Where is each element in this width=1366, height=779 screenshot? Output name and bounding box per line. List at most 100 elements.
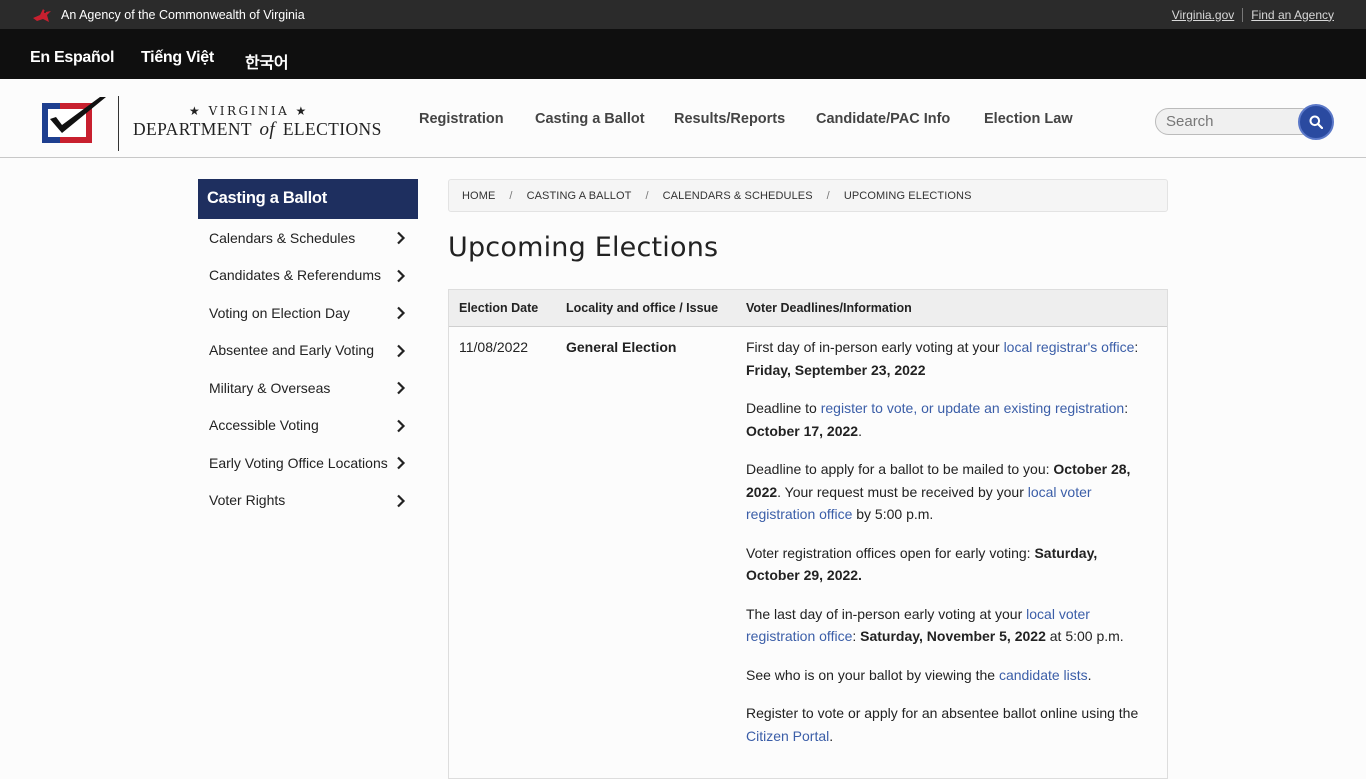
lang-spanish-link[interactable]: En Español [30, 49, 114, 67]
sidebar-item-label: Calendars & Schedules [209, 229, 356, 246]
sidebar-item-voting-election-day[interactable]: Voting on Election Day [198, 294, 418, 332]
breadcrumb-calendars-schedules[interactable]: CALENDARS & SCHEDULES [663, 190, 813, 202]
sidebar-item-absentee-early-voting[interactable]: Absentee and Early Voting [198, 332, 418, 370]
agency-statement: An Agency of the Commonwealth of Virgini… [32, 0, 305, 29]
logo-department-name: DEPARTMENT of ELECTIONS [133, 119, 383, 141]
language-bar: En Español Tiếng Việt 한국어 [0, 29, 1366, 79]
sidebar-item-calendars-schedules[interactable]: Calendars & Schedules [198, 219, 418, 257]
deadline-text: . [858, 422, 862, 439]
sidebar-item-military-overseas[interactable]: Military & Overseas [198, 369, 418, 407]
deadline-text: . [829, 727, 834, 744]
sidebar-title[interactable]: Casting a Ballot [198, 179, 418, 219]
voter-deadlines-cell: First day of in-person early voting at y… [746, 336, 1151, 763]
deadline-paragraph: Deadline to register to vote, or update … [746, 397, 1151, 442]
breadcrumb-current: UPCOMING ELECTIONS [843, 189, 972, 202]
nav-candidate-pac-info[interactable]: Candidate/PAC Info [816, 111, 950, 127]
deadline-paragraph: See who is on your ballot by viewing the… [746, 664, 1151, 687]
sidebar-item-label: Early Voting Office Locations [209, 454, 388, 471]
deadline-text: : [1134, 339, 1139, 355]
candidate-lists-link[interactable]: candidate lists [999, 667, 1088, 683]
elections-table: Election Date Locality and office / Issu… [448, 289, 1168, 779]
nav-casting-a-ballot[interactable]: Casting a Ballot [535, 111, 645, 127]
nav-election-law[interactable]: Election Law [984, 111, 1073, 127]
breadcrumb-home[interactable]: HOME [462, 190, 495, 202]
election-date-cell: 11/08/2022 [459, 339, 529, 355]
sidebar-item-label: Military & Overseas [209, 379, 331, 396]
deadline-paragraph: The last day of in-person early voting a… [746, 603, 1151, 648]
logo-divider [118, 96, 119, 151]
deadline-text: Register to vote or apply for an absente… [746, 705, 1139, 721]
deadline-text: Deadline to apply for a ballot to be mai… [746, 461, 1054, 477]
chevron-right-icon[interactable] [396, 269, 406, 283]
citizen-portal-link[interactable]: Citizen Portal [746, 728, 829, 744]
deadline-paragraph: First day of in-person early voting at y… [746, 336, 1151, 381]
column-header-office: Locality and office / Issue [566, 301, 719, 315]
column-header-date: Election Date [459, 301, 539, 315]
deadline-text: The last day of in-person early voting a… [746, 605, 1027, 622]
cardinal-icon [33, 8, 51, 22]
sidebar-item-voter-rights[interactable]: Voter Rights [198, 482, 418, 520]
deadline-text: Voter registration offices open for earl… [746, 544, 1035, 561]
link-divider [1242, 7, 1244, 22]
logo-dept-of: of [259, 119, 276, 140]
agency-text: An Agency of the Commonwealth of Virgini… [61, 7, 305, 22]
chevron-right-icon[interactable] [396, 306, 406, 320]
deadline-text: Deadline to [746, 400, 821, 416]
column-header-deadlines: Voter Deadlines/Information [746, 301, 912, 315]
search-input[interactable] [1155, 108, 1315, 135]
lang-vietnamese-link[interactable]: Tiếng Việt [141, 49, 214, 67]
department-wordmark[interactable]: ★ VIRGINIA ★ DEPARTMENT of ELECTIONS [133, 104, 383, 141]
deadline-text: : [852, 628, 861, 644]
deadline-paragraph: Voter registration offices open for earl… [746, 542, 1151, 587]
deadline-text: . Your request must be received by your [777, 483, 1028, 500]
logo-dept-a: DEPARTMENT [133, 119, 252, 139]
find-agency-link[interactable]: Find an Agency [1251, 8, 1334, 22]
deadline-text: : [1124, 400, 1129, 416]
agency-links: Virginia.gov Find an Agency [1172, 0, 1334, 29]
breadcrumb-casting-a-ballot[interactable]: CASTING A BALLOT [527, 190, 632, 202]
deadline-paragraph: Register to vote or apply for an absente… [746, 702, 1151, 747]
deadline-text: See who is on your ballot by viewing the [746, 666, 999, 683]
logo-dept-b: ELECTIONS [282, 119, 382, 139]
page-title: Upcoming Elections [448, 232, 719, 263]
deadline-text: at 5:00 p.m. [1045, 628, 1124, 644]
sidebar-item-candidates-referendums[interactable]: Candidates & Referendums [198, 257, 418, 295]
deadline-date: Friday, September 23, 2022 [746, 361, 926, 378]
register-to-vote-link[interactable]: register to vote, or update an existing … [821, 400, 1125, 416]
local-registrar-link[interactable]: local registrar's office [1004, 339, 1135, 355]
site-header: ★ VIRGINIA ★ DEPARTMENT of ELECTIONS Reg… [0, 79, 1366, 158]
sidebar: Casting a Ballot Calendars & Schedules C… [198, 179, 418, 519]
lang-korean-link[interactable]: 한국어 [245, 49, 289, 73]
virginia-gov-link[interactable]: Virginia.gov [1172, 8, 1234, 22]
deadline-text: First day of in-person early voting at y… [746, 339, 1004, 355]
logo-virginia: ★ VIRGINIA ★ [189, 104, 309, 118]
sidebar-item-label: Voting on Election Day [209, 304, 350, 321]
sidebar-item-early-voting-locations[interactable]: Early Voting Office Locations [198, 444, 418, 482]
deadline-paragraph: Deadline to apply for a ballot to be mai… [746, 458, 1151, 526]
breadcrumb: HOME / CASTING A BALLOT / CALENDARS & SC… [448, 179, 1168, 212]
search-box [1155, 104, 1335, 140]
nav-registration[interactable]: Registration [419, 111, 504, 127]
chevron-right-icon[interactable] [396, 231, 406, 245]
sidebar-item-label: Voter Rights [209, 492, 286, 509]
deadline-date: October 17, 2022 [746, 422, 859, 439]
search-icon [1309, 115, 1323, 129]
search-button[interactable] [1298, 104, 1334, 140]
sidebar-item-accessible-voting[interactable]: Accessible Voting [198, 407, 418, 445]
breadcrumb-separator: / [509, 189, 513, 202]
deadline-text: by 5:00 p.m. [852, 506, 934, 522]
chevron-right-icon[interactable] [396, 456, 406, 470]
checkmark-logo-icon[interactable] [40, 95, 108, 147]
deadline-text: . [1087, 666, 1092, 683]
table-header: Election Date Locality and office / Issu… [449, 290, 1167, 327]
chevron-right-icon[interactable] [396, 344, 406, 358]
sidebar-item-label: Absentee and Early Voting [209, 342, 375, 359]
sidebar-item-label: Accessible Voting [209, 417, 319, 434]
chevron-right-icon[interactable] [396, 381, 406, 395]
chevron-right-icon[interactable] [396, 419, 406, 433]
breadcrumb-separator: / [826, 189, 830, 202]
breadcrumb-separator: / [645, 189, 649, 202]
nav-results-reports[interactable]: Results/Reports [674, 111, 785, 127]
agency-bar: An Agency of the Commonwealth of Virgini… [0, 0, 1366, 29]
chevron-right-icon[interactable] [396, 494, 406, 508]
